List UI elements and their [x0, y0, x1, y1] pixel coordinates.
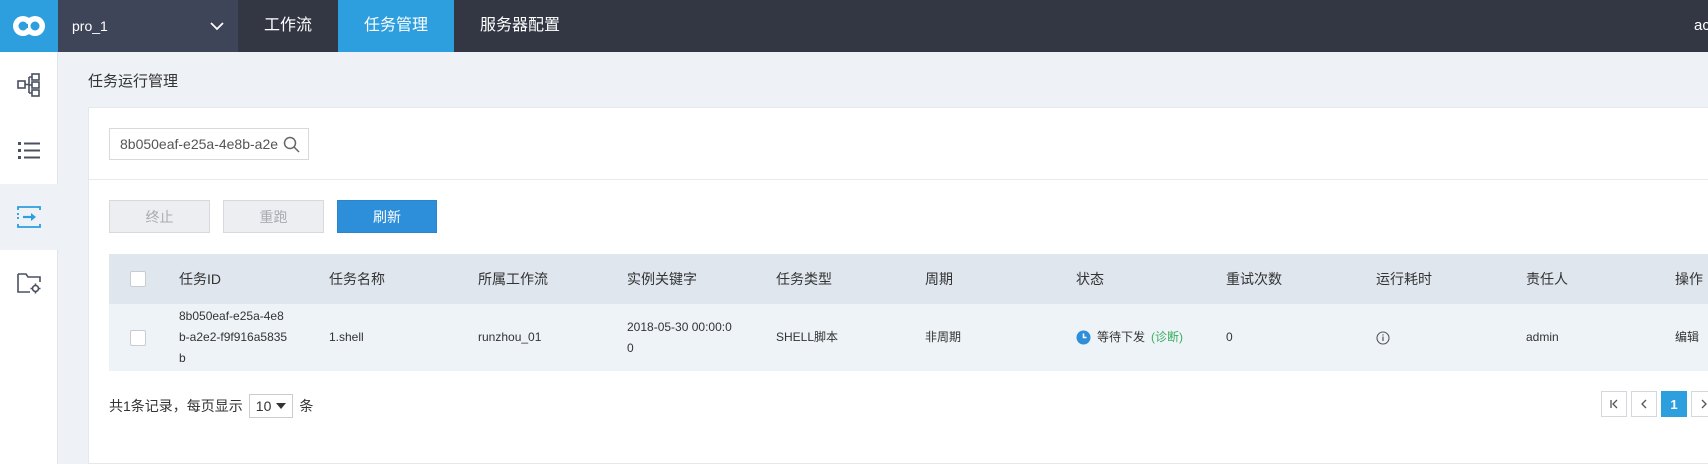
app-logo[interactable]	[0, 0, 58, 52]
sidebar-item-workflow-graph[interactable]	[0, 52, 58, 118]
page-size-value: 10	[255, 398, 272, 414]
cell-task-name-link[interactable]: 1.shell	[329, 304, 364, 371]
first-page-button[interactable]	[1601, 391, 1627, 417]
project-name: pro_1	[72, 18, 108, 34]
col-workflow: 所属工作流	[478, 271, 548, 287]
search-box	[109, 128, 309, 160]
logo-icon	[13, 16, 45, 36]
col-actions: 操作	[1675, 271, 1703, 287]
col-instance-key: 实例关键字	[627, 271, 697, 287]
diagnose-link[interactable]: (诊断)	[1151, 327, 1183, 348]
col-task-id: 任务ID	[179, 271, 221, 287]
chevron-right-icon	[1701, 399, 1707, 409]
col-status: 状态	[1076, 271, 1104, 287]
select-all-checkbox[interactable]	[130, 271, 146, 287]
top-navbar: pro_1 工作流 任务管理 服务器配置 ac	[0, 0, 1708, 52]
cell-task-id: 8b050eaf-e25a-4e8 b-a2e2-f9f916a5835 b	[179, 304, 299, 371]
cell-retries: 0	[1226, 330, 1233, 344]
user-menu[interactable]: ac	[1694, 0, 1708, 52]
row-checkbox[interactable]	[130, 329, 146, 346]
workflow-graph-icon	[17, 73, 40, 97]
nav-server-config[interactable]: 服务器配置	[454, 0, 586, 52]
table-row: 8b050eaf-e25a-4e8 b-a2e2-f9f916a5835 b 1…	[109, 304, 1708, 371]
info-icon[interactable]	[1376, 330, 1390, 345]
clock-icon	[1076, 330, 1091, 345]
select-all-cell	[130, 254, 146, 304]
col-retries: 重试次数	[1226, 271, 1282, 287]
caret-down-icon	[276, 403, 287, 409]
nav-workflow[interactable]: 工作流	[238, 0, 338, 52]
task-id-line: b	[179, 351, 186, 365]
first-page-icon	[1610, 399, 1618, 409]
prev-page-button[interactable]	[1631, 391, 1657, 417]
refresh-button[interactable]: 刷新	[337, 200, 437, 233]
sidebar-item-folder-settings[interactable]	[0, 250, 58, 316]
page-1-button[interactable]: 1	[1661, 391, 1687, 417]
chevron-left-icon	[1641, 399, 1647, 409]
chevron-down-icon	[210, 22, 224, 31]
instance-key-line: 0	[627, 340, 634, 355]
list-icon	[18, 142, 40, 159]
col-task-type: 任务类型	[776, 271, 832, 287]
rerun-button[interactable]: 重跑	[223, 200, 324, 233]
sidebar-item-list[interactable]	[0, 118, 58, 184]
col-run-time: 运行耗时	[1376, 271, 1432, 287]
page-title: 任务运行管理	[88, 73, 179, 90]
main-nav: 工作流 任务管理 服务器配置	[238, 0, 586, 52]
nav-task-management[interactable]: 任务管理	[338, 0, 455, 52]
folder-settings-icon	[17, 273, 41, 294]
cell-owner: admin	[1526, 330, 1559, 344]
col-task-name: 任务名称	[329, 271, 385, 287]
pagination-summary: 共1条记录，每页显示 10 条	[109, 394, 313, 418]
divider	[89, 179, 1708, 180]
task-id-line: 8b050eaf-e25a-4e8	[179, 309, 284, 323]
search-input[interactable]	[110, 129, 278, 159]
col-cycle: 周期	[925, 271, 953, 287]
instance-key-line: 2018-05-30 00:00:0	[627, 319, 732, 334]
cell-run-time	[1376, 304, 1390, 371]
col-owner: 责任人	[1526, 271, 1568, 287]
cell-workflow-link[interactable]: runzhou_01	[478, 304, 541, 371]
project-selector[interactable]: pro_1	[58, 0, 238, 52]
task-run-icon	[17, 206, 41, 228]
edit-link[interactable]: 编辑	[1675, 304, 1699, 371]
next-page-button[interactable]	[1691, 391, 1708, 417]
search-icon[interactable]	[283, 136, 300, 153]
cell-task-type: SHELL脚本	[776, 330, 839, 344]
sidebar-item-task-run[interactable]	[0, 184, 58, 250]
row-select-cell	[130, 304, 146, 371]
status-text: 等待下发	[1097, 330, 1146, 344]
page-size-suffix: 条	[299, 398, 314, 414]
cell-instance-key: 2018-05-30 00:00:0 0	[627, 304, 757, 371]
record-count-text: 共1条记录，每页显示	[109, 398, 243, 414]
stop-button[interactable]: 终止	[109, 200, 210, 233]
table-header: 任务ID 任务名称 所属工作流 实例关键字 任务类型 周期 状态 重试次数 运行…	[109, 254, 1708, 304]
sidebar	[0, 52, 58, 464]
cell-cycle: 非周期	[925, 330, 962, 344]
cell-status: 等待下发 (诊断)	[1076, 304, 1183, 371]
page-size-select[interactable]: 10	[248, 394, 294, 418]
task-id-line: b-a2e2-f9f916a5835	[179, 330, 288, 344]
